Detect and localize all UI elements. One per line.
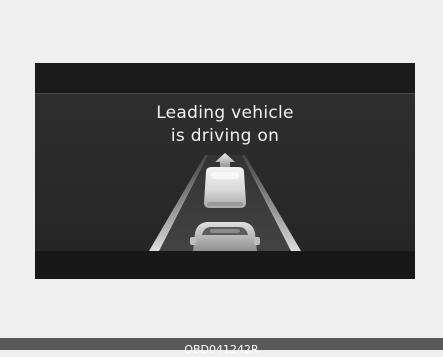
page: Leading vehicle is driving on OBD041242R <box>0 0 443 356</box>
message-line-1: Leading vehicle <box>156 103 294 123</box>
driving-scene <box>149 153 301 251</box>
leading-vehicle-icon <box>204 167 246 208</box>
status-message: Leading vehicle is driving on <box>35 102 415 148</box>
cluster-display: Leading vehicle is driving on <box>35 63 415 279</box>
message-line-2: is driving on <box>170 126 280 146</box>
own-vehicle-icon <box>190 222 260 251</box>
figure-code-bar: OBD041242R <box>0 338 443 356</box>
display-bottom-bar <box>35 251 415 279</box>
